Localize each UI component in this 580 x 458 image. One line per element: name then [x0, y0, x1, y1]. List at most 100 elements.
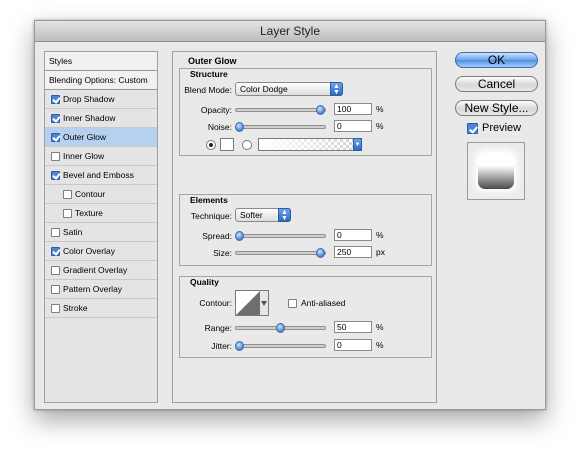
style-item-label: Gradient Overlay	[63, 265, 128, 275]
style-preview-thumbnail	[467, 142, 525, 200]
spread-unit: %	[376, 230, 384, 240]
style-item-contour[interactable]: Contour	[45, 185, 157, 204]
structure-title: Structure	[190, 69, 228, 79]
style-item-texture[interactable]: Texture	[45, 204, 157, 223]
range-slider-knob[interactable]	[275, 323, 285, 333]
blend-mode-label: Blend Mode:	[184, 85, 232, 95]
opacity-slider[interactable]	[235, 105, 326, 115]
style-item-checkbox[interactable]	[51, 284, 60, 294]
glow-gradient-picker[interactable]: ▼	[258, 138, 362, 151]
style-item-checkbox[interactable]	[51, 246, 60, 256]
noise-unit: %	[376, 121, 384, 131]
window-title: Layer Style	[35, 21, 545, 42]
style-item-label: Inner Glow	[63, 151, 105, 161]
style-item-checkbox[interactable]	[51, 113, 60, 123]
style-item-label: Contour	[75, 189, 106, 199]
preview-checkbox[interactable]	[467, 122, 478, 134]
glow-color-swatch[interactable]	[220, 138, 234, 151]
style-item-label: Pattern Overlay	[63, 284, 123, 294]
style-item-checkbox[interactable]	[51, 265, 60, 275]
style-item-checkbox[interactable]	[51, 94, 60, 104]
new-style-button[interactable]: New Style...	[455, 100, 538, 116]
layer-style-dialog: Layer Style Styles Blending Options: Cus…	[34, 20, 546, 410]
style-item-checkbox[interactable]	[51, 132, 60, 142]
styles-header[interactable]: Styles	[45, 52, 157, 71]
style-item-label: Drop Shadow	[63, 94, 115, 104]
jitter-label: Jitter:	[211, 341, 232, 351]
style-item-checkbox[interactable]	[51, 151, 60, 161]
quality-title: Quality	[190, 277, 219, 287]
style-item-bevel-and-emboss[interactable]: Bevel and Emboss	[45, 166, 157, 185]
outer-glow-panel: Outer Glow Structure Blend Mode: Color D…	[172, 51, 437, 403]
style-item-label: Satin	[63, 227, 83, 237]
size-unit: px	[376, 247, 385, 257]
style-item-inner-glow[interactable]: Inner Glow	[45, 147, 157, 166]
style-item-color-overlay[interactable]: Color Overlay	[45, 242, 157, 261]
size-slider[interactable]	[235, 248, 326, 258]
elements-title: Elements	[190, 195, 228, 205]
structure-group: Structure Blend Mode: Color Dodge ▲ ▼ Opa…	[179, 68, 432, 156]
style-item-label: Color Overlay	[63, 246, 115, 256]
elements-group: Elements Technique: Softer ▲ ▼ Spread: 0 …	[179, 194, 432, 266]
style-item-inner-shadow[interactable]: Inner Shadow	[45, 109, 157, 128]
spread-slider[interactable]	[235, 231, 326, 241]
noise-label: Noise:	[207, 122, 232, 132]
spread-input[interactable]: 0	[334, 229, 372, 241]
style-item-gradient-overlay[interactable]: Gradient Overlay	[45, 261, 157, 280]
noise-slider-knob[interactable]	[235, 122, 244, 132]
contour-label: Contour:	[199, 298, 232, 308]
style-item-label: Texture	[75, 208, 103, 218]
noise-input[interactable]: 0	[334, 120, 372, 132]
jitter-input[interactable]: 0	[334, 339, 372, 351]
solid-color-radio[interactable]	[206, 140, 216, 150]
range-unit: %	[376, 322, 384, 332]
gradient-radio[interactable]	[242, 140, 252, 150]
spread-label: Spread:	[202, 231, 232, 241]
range-input[interactable]: 50	[334, 321, 372, 333]
style-item-satin[interactable]: Satin	[45, 223, 157, 242]
jitter-slider[interactable]	[235, 341, 326, 351]
style-item-label: Outer Glow	[63, 132, 106, 142]
anti-aliased-checkbox[interactable]	[288, 299, 297, 308]
style-item-checkbox[interactable]	[51, 227, 60, 237]
jitter-slider-knob[interactable]	[235, 341, 244, 351]
styles-list: Styles Blending Options: Custom Drop Sha…	[44, 51, 158, 403]
technique-select[interactable]: Softer ▲ ▼	[235, 208, 291, 222]
blend-mode-select[interactable]: Color Dodge ▲ ▼	[235, 82, 343, 96]
style-item-checkbox[interactable]	[51, 170, 60, 180]
opacity-label: Opacity:	[200, 105, 232, 115]
preview-swatch	[478, 153, 514, 189]
opacity-unit: %	[376, 104, 384, 114]
chevron-updown-icon: ▲ ▼	[330, 82, 343, 96]
blending-options-item[interactable]: Blending Options: Custom	[45, 71, 157, 90]
technique-value: Softer	[240, 210, 263, 220]
opacity-slider-knob[interactable]	[316, 105, 325, 115]
ok-button[interactable]: OK	[455, 52, 538, 68]
style-item-label: Inner Shadow	[63, 113, 116, 123]
style-item-checkbox[interactable]	[51, 303, 60, 313]
contour-picker[interactable]	[235, 290, 269, 316]
cancel-button[interactable]: Cancel	[455, 76, 538, 92]
noise-slider[interactable]	[235, 122, 326, 132]
size-slider-knob[interactable]	[316, 248, 325, 258]
style-item-label: Bevel and Emboss	[63, 170, 134, 180]
style-item-drop-shadow[interactable]: Drop Shadow	[45, 90, 157, 109]
preview-toggle[interactable]: Preview	[467, 122, 521, 134]
opacity-input[interactable]: 100	[334, 103, 372, 115]
preview-label: Preview	[482, 122, 522, 134]
style-item-label: Stroke	[63, 303, 88, 313]
styles-header-label: Styles	[49, 56, 73, 66]
style-item-checkbox[interactable]	[63, 208, 72, 218]
size-label: Size:	[213, 248, 232, 258]
range-slider[interactable]	[235, 323, 326, 333]
blending-options-label: Blending Options: Custom	[49, 75, 148, 85]
chevron-down-icon: ▼	[353, 138, 362, 151]
style-item-checkbox[interactable]	[63, 189, 72, 199]
style-item-outer-glow[interactable]: Outer Glow	[45, 128, 157, 147]
spread-slider-knob[interactable]	[235, 231, 244, 241]
chevron-updown-icon: ▲ ▼	[278, 208, 291, 222]
style-item-stroke[interactable]: Stroke	[45, 299, 157, 318]
style-item-pattern-overlay[interactable]: Pattern Overlay	[45, 280, 157, 299]
range-label: Range:	[204, 323, 232, 333]
size-input[interactable]: 250	[334, 246, 372, 258]
